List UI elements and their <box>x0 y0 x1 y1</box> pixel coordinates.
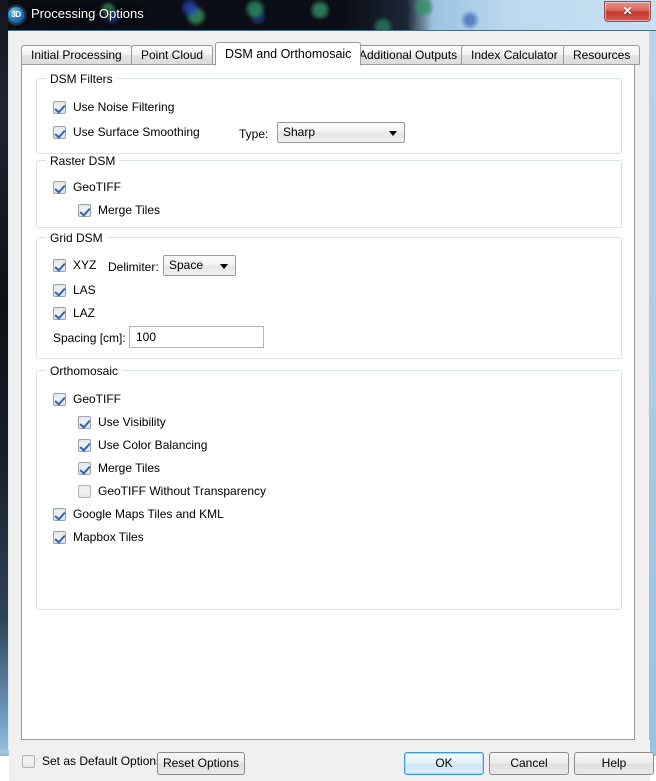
help-button[interactable]: Help <box>574 752 654 775</box>
dropdown-filter-type[interactable]: Sharp <box>277 122 405 143</box>
checkbox-indicator <box>78 484 91 498</box>
checkbox-indicator <box>78 438 91 452</box>
tab-panel-dsm-and-orthomosaic: DSM Filters Use Noise Filtering Use Surf… <box>21 64 635 740</box>
checkbox-label: Use Surface Smoothing <box>73 125 200 139</box>
checkbox-label: Use Color Balancing <box>98 438 208 452</box>
input-spacing[interactable]: 100 <box>129 326 264 348</box>
tab-initial-processing[interactable]: Initial Processing <box>21 45 132 65</box>
checkbox-label: Merge Tiles <box>98 461 161 475</box>
cancel-button[interactable]: Cancel <box>489 752 569 775</box>
checkbox-las[interactable]: LAS <box>53 283 96 297</box>
checkbox-indicator <box>53 258 66 272</box>
group-grid-dsm-legend: Grid DSM <box>46 231 107 245</box>
checkbox-indicator <box>53 100 66 114</box>
checkbox-indicator <box>53 507 66 521</box>
checkbox-mapbox-tiles[interactable]: Mapbox Tiles <box>53 530 144 544</box>
reset-options-button[interactable]: Reset Options <box>157 752 245 775</box>
checkbox-indicator <box>53 530 66 544</box>
checkbox-ortho-merge-tiles[interactable]: Merge Tiles <box>78 461 160 475</box>
checkbox-geotiff-without-transparency[interactable]: GeoTIFF Without Transparency <box>78 484 266 498</box>
group-raster-dsm: Raster DSM GeoTIFF Merge Tiles <box>36 154 622 228</box>
dialog-body: Initial Processing Point Cloud DSM and O… <box>8 31 654 781</box>
group-orthomosaic: Orthomosaic GeoTIFF Use Visibility Use C… <box>36 364 622 610</box>
checkbox-label: XYZ <box>73 258 97 272</box>
group-dsm-filters: DSM Filters Use Noise Filtering Use Surf… <box>36 72 622 154</box>
tab-point-cloud[interactable]: Point Cloud <box>131 45 214 65</box>
checkbox-use-visibility[interactable]: Use Visibility <box>78 415 166 429</box>
group-orthomosaic-legend: Orthomosaic <box>46 364 123 378</box>
checkbox-indicator <box>78 461 91 475</box>
checkbox-google-maps-tiles-and-kml[interactable]: Google Maps Tiles and KML <box>53 507 224 521</box>
chevron-down-icon <box>389 131 397 136</box>
checkbox-use-surface-smoothing[interactable]: Use Surface Smoothing <box>53 125 200 139</box>
ok-button[interactable]: OK <box>404 752 484 775</box>
window-title: Processing Options <box>31 6 144 21</box>
chevron-down-icon <box>220 264 228 269</box>
checkbox-xyz[interactable]: XYZ <box>53 258 96 272</box>
dropdown-delimiter[interactable]: Space <box>163 255 236 276</box>
tab-additional-outputs[interactable]: Additional Outputs <box>349 45 468 65</box>
checkbox-label: LAZ <box>73 306 96 320</box>
checkbox-label: Mapbox Tiles <box>73 530 144 544</box>
checkbox-indicator <box>53 283 66 297</box>
processing-options-window: 3D Processing Options ✕ Initial Processi… <box>0 0 656 781</box>
checkbox-label: Set as Default Options <box>42 754 163 768</box>
label-spacing: Spacing [cm]: <box>53 331 126 345</box>
checkbox-indicator <box>22 754 35 768</box>
window-border-right <box>649 31 656 756</box>
checkbox-indicator <box>53 392 66 406</box>
checkbox-set-as-default-options[interactable]: Set as Default Options <box>22 754 162 768</box>
checkbox-indicator <box>53 125 66 139</box>
checkbox-raster-geotiff[interactable]: GeoTIFF <box>53 180 121 194</box>
dropdown-filter-type-value: Sharp <box>283 125 316 139</box>
tab-resources[interactable]: Resources <box>563 45 641 65</box>
checkbox-label: LAS <box>73 283 96 297</box>
checkbox-label: GeoTIFF Without Transparency <box>98 484 267 498</box>
checkbox-label: GeoTIFF <box>73 392 122 406</box>
checkbox-raster-merge-tiles[interactable]: Merge Tiles <box>78 203 160 217</box>
checkbox-indicator <box>53 180 66 194</box>
dropdown-delimiter-value: Space <box>169 258 204 272</box>
group-raster-dsm-legend: Raster DSM <box>46 154 120 168</box>
checkbox-label: Use Noise Filtering <box>73 100 175 114</box>
checkbox-label: Use Visibility <box>98 415 166 429</box>
tab-index-calculator[interactable]: Index Calculator <box>461 45 568 65</box>
checkbox-label: GeoTIFF <box>73 180 122 194</box>
checkbox-indicator <box>53 306 66 320</box>
window-border-left <box>0 0 8 756</box>
close-icon[interactable]: ✕ <box>604 1 651 22</box>
title-bar: 3D Processing Options ✕ <box>0 0 656 31</box>
group-grid-dsm: Grid DSM XYZ Delimiter: Space LAS LAZ Sp… <box>36 231 622 359</box>
dialog-footer: Set as Default Options Reset Options OK … <box>9 740 654 781</box>
label-delimiter: Delimiter: <box>108 260 159 274</box>
app-3d-icon: 3D <box>7 6 25 24</box>
tab-dsm-and-orthomosaic[interactable]: DSM and Orthomosaic <box>215 42 362 66</box>
checkbox-label: Google Maps Tiles and KML <box>73 507 224 521</box>
checkbox-use-color-balancing[interactable]: Use Color Balancing <box>78 438 207 452</box>
checkbox-indicator <box>78 203 91 217</box>
checkbox-label: Merge Tiles <box>98 203 161 217</box>
label-type: Type: <box>239 127 269 141</box>
checkbox-ortho-geotiff[interactable]: GeoTIFF <box>53 392 121 406</box>
tab-strip: Initial Processing Point Cloud DSM and O… <box>21 42 641 66</box>
group-dsm-filters-legend: DSM Filters <box>46 72 117 86</box>
checkbox-indicator <box>78 415 91 429</box>
checkbox-use-noise-filtering[interactable]: Use Noise Filtering <box>53 100 174 114</box>
checkbox-laz[interactable]: LAZ <box>53 306 95 320</box>
